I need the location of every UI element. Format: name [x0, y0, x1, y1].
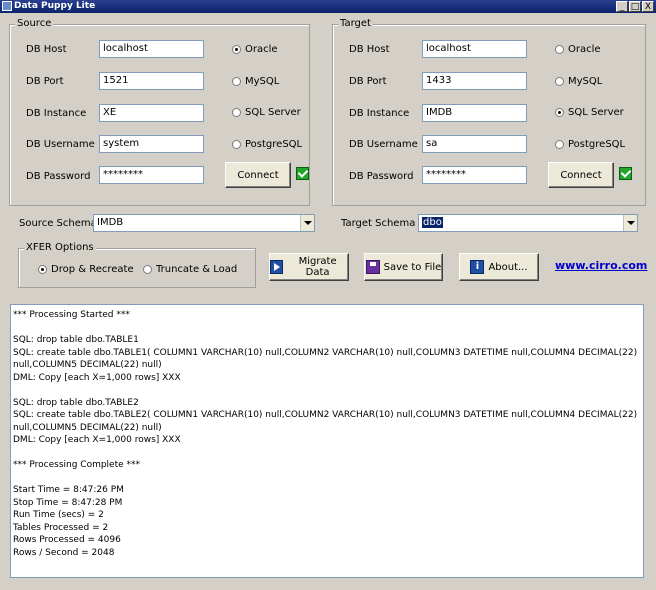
log-line: SQL: create table dbo.TABLE1( COLUMN1 VA… — [13, 347, 640, 371]
source-host-input[interactable]: localhost — [99, 40, 204, 58]
chevron-down-icon[interactable] — [623, 215, 637, 231]
source-radio-oracle[interactable] — [232, 45, 241, 54]
target-username-input[interactable]: sa — [422, 135, 527, 153]
log-line: *** Processing Started *** — [13, 310, 130, 320]
target-radio-postgresql-label: PostgreSQL — [568, 139, 626, 150]
source-radio-sqlserver[interactable] — [232, 108, 241, 117]
target-schema-label: Target Schema — [341, 218, 416, 229]
source-username-input[interactable]: system — [99, 135, 204, 153]
app-icon — [2, 1, 12, 11]
source-connected-check-icon — [296, 167, 309, 180]
migrate-icon — [270, 260, 284, 274]
source-radio-postgresql-label: PostgreSQL — [245, 139, 303, 150]
target-instance-input[interactable]: IMDB — [422, 104, 527, 122]
target-schema-select[interactable]: dbo — [418, 214, 638, 232]
source-radio-postgresql[interactable] — [232, 140, 241, 149]
close-button[interactable]: X — [642, 1, 654, 12]
window-title: Data Puppy Lite — [14, 1, 96, 11]
target-connected-check-icon — [619, 167, 632, 180]
log-line: *** Processing Complete *** — [13, 460, 141, 470]
source-host-label: DB Host — [26, 44, 67, 55]
source-username-label: DB Username — [26, 139, 95, 150]
target-radio-oracle-label: Oracle — [568, 44, 601, 55]
log-line: SQL: drop table dbo.TABLE2 — [13, 397, 139, 408]
source-connect-button[interactable]: Connect — [225, 162, 291, 188]
target-group-title: Target — [338, 18, 373, 30]
save-to-file-label: Save to File — [383, 261, 442, 273]
window-controls: _ □ X — [616, 0, 654, 12]
target-password-input[interactable]: ******** — [422, 166, 527, 184]
source-radio-oracle-label: Oracle — [245, 44, 278, 55]
source-radio-mysql-label: MySQL — [245, 76, 280, 87]
source-instance-input[interactable]: XE — [99, 104, 204, 122]
target-host-label: DB Host — [349, 44, 390, 55]
source-radio-sqlserver-label: SQL Server — [245, 107, 301, 118]
source-radio-mysql[interactable] — [232, 77, 241, 86]
xfer-radio-drop-recreate-label: Drop & Recreate — [51, 264, 134, 275]
info-icon: i — [470, 260, 485, 274]
xfer-radio-truncate-load[interactable] — [143, 265, 152, 274]
floppy-disk-icon — [365, 260, 380, 274]
save-to-file-button[interactable]: Save to File — [364, 253, 443, 281]
target-port-input[interactable]: 1433 — [422, 72, 527, 90]
target-radio-mysql[interactable] — [555, 77, 564, 86]
log-output[interactable]: *** Processing Started *** SQL: drop tabl… — [10, 304, 644, 578]
xfer-options-title: XFER Options — [24, 242, 96, 254]
about-label: About... — [488, 261, 528, 273]
source-schema-value: IMDB — [97, 217, 124, 228]
migrate-data-button[interactable]: Migrate Data — [269, 253, 349, 281]
xfer-radio-drop-recreate[interactable] — [38, 265, 47, 274]
target-port-label: DB Port — [349, 76, 387, 87]
log-line: DML: Copy [each X=1,000 rows] XXX — [13, 435, 181, 445]
target-schema-value: dbo — [422, 217, 443, 228]
minimize-button[interactable]: _ — [616, 1, 628, 12]
log-line: Stop Time = 8:47:28 PM — [13, 497, 123, 508]
log-line: Rows / Second = 2048 — [13, 547, 115, 558]
target-radio-postgresql[interactable] — [555, 140, 564, 149]
log-line: Rows Processed = 4096 — [13, 535, 121, 545]
title-bar: Data Puppy Lite _ □ X — [0, 0, 656, 13]
log-line: Run Time (secs) = 2 — [13, 510, 104, 520]
target-radio-sqlserver-label: SQL Server — [568, 107, 624, 118]
log-line: SQL: create table dbo.TABLE2( COLUMN1 VA… — [13, 410, 640, 433]
target-password-label: DB Password — [349, 171, 414, 182]
log-line: Tables Processed = 2 — [13, 522, 109, 533]
about-button[interactable]: i About... — [459, 253, 539, 281]
target-username-label: DB Username — [349, 139, 418, 150]
target-radio-mysql-label: MySQL — [568, 76, 603, 87]
log-line: Start Time = 8:47:26 PM — [13, 485, 124, 495]
source-port-input[interactable]: 1521 — [99, 72, 204, 90]
source-group-title: Source — [15, 18, 54, 30]
target-radio-oracle[interactable] — [555, 45, 564, 54]
website-link[interactable]: www.cirro.com — [555, 259, 647, 272]
source-password-label: DB Password — [26, 171, 91, 182]
source-schema-select[interactable]: IMDB — [93, 214, 315, 232]
source-instance-label: DB Instance — [26, 108, 87, 119]
log-line: SQL: drop table dbo.TABLE1 — [13, 335, 139, 345]
xfer-radio-truncate-load-label: Truncate & Load — [156, 264, 238, 275]
source-schema-label: Source Schema — [19, 218, 97, 229]
target-instance-label: DB Instance — [349, 108, 410, 119]
target-connect-button[interactable]: Connect — [548, 162, 614, 188]
log-line: DML: Copy [each X=1,000 rows] XXX — [13, 372, 181, 383]
target-radio-sqlserver[interactable] — [555, 108, 564, 117]
maximize-button[interactable]: □ — [629, 1, 641, 12]
target-host-input[interactable]: localhost — [422, 40, 527, 58]
source-port-label: DB Port — [26, 76, 64, 87]
chevron-down-icon[interactable] — [300, 215, 314, 231]
source-password-input[interactable]: ******** — [99, 166, 204, 184]
migrate-data-label: Migrate Data — [298, 256, 337, 278]
